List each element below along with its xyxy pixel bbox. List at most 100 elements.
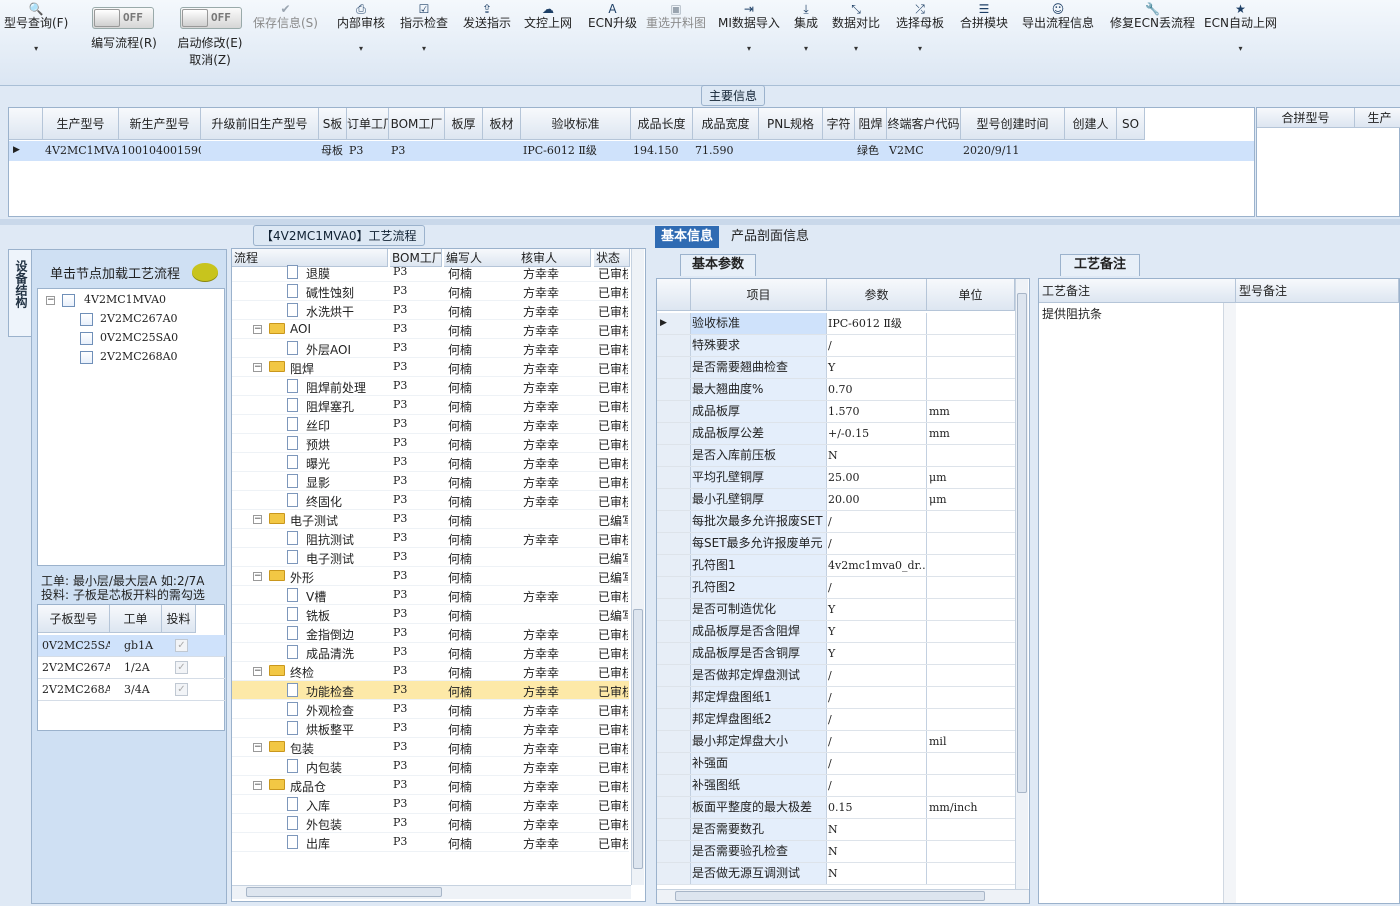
- basic-value[interactable]: 1.570: [827, 401, 927, 422]
- main-col-header[interactable]: 成品长度: [631, 108, 693, 140]
- basic-row[interactable]: 是否需要验孔检查 N: [657, 841, 1015, 863]
- basic-row[interactable]: 是否需要数孔 N: [657, 819, 1015, 841]
- basic-value[interactable]: N: [827, 841, 927, 862]
- tree-child[interactable]: 0V2MC25SA0: [100, 331, 178, 344]
- sub-order[interactable]: 3/4A: [122, 680, 172, 700]
- basic-value[interactable]: N: [827, 863, 927, 884]
- process-row[interactable]: 功能检查 P3 何楠 方幸幸 已审核: [232, 681, 629, 700]
- process-row[interactable]: − 成品仓 P3 何楠 方幸幸 已审核: [232, 776, 629, 795]
- scroll-thumb[interactable]: [1017, 293, 1027, 793]
- main-cell[interactable]: [483, 141, 521, 161]
- process-row[interactable]: − 外形 P3 何楠 已编写: [232, 567, 629, 586]
- toolbar-button-10[interactable]: ⤡ 数据对比 ▾: [832, 2, 880, 56]
- basic-value[interactable]: 4v2mc1mva0_dr...: [827, 555, 927, 576]
- basic-value[interactable]: /: [827, 577, 927, 598]
- toolbar-button-14[interactable]: 🔧 修复ECN丢流程: [1110, 2, 1195, 30]
- toolbar-button-5[interactable]: ☁ 文控上网: [524, 2, 572, 30]
- main-cell[interactable]: P3: [347, 141, 389, 161]
- craft-note-text[interactable]: 提供阻抗条: [1042, 305, 1102, 322]
- sub-model[interactable]: 2V2MC268A0: [40, 680, 110, 700]
- main-col-header[interactable]: 升级前旧生产型号: [201, 108, 319, 140]
- process-row[interactable]: 显影 P3 何楠 方幸幸 已审核: [232, 472, 629, 491]
- toolbar-button-9[interactable]: ⤓ 集成 ▾: [794, 2, 818, 56]
- basic-hscroll[interactable]: [657, 889, 1029, 903]
- basic-value[interactable]: Y: [827, 357, 927, 378]
- basic-row[interactable]: 最大翘曲度% 0.70: [657, 379, 1015, 401]
- main-col-header[interactable]: 阻焊: [855, 108, 887, 140]
- process-row[interactable]: 内包装 P3 何楠 方幸幸 已审核: [232, 757, 629, 776]
- main-cell[interactable]: 2020/9/11: [961, 141, 1065, 161]
- tree-collapse-toggle[interactable]: −: [253, 325, 262, 334]
- basic-value[interactable]: /: [827, 753, 927, 774]
- process-row[interactable]: − 包装 P3 何楠 方幸幸 已审核: [232, 738, 629, 757]
- toolbar-button-12[interactable]: ☰ 合拼模块: [960, 2, 1008, 30]
- main-col-header[interactable]: 创建人: [1065, 108, 1117, 140]
- toolbar-button-0[interactable]: 🔍 型号查询(F) ▾: [4, 2, 68, 56]
- side-tab-equipment-structure[interactable]: 设备结构: [8, 249, 32, 337]
- process-row[interactable]: 烘板整平 P3 何楠 方幸幸 已审核: [232, 719, 629, 738]
- basic-row[interactable]: 特殊要求 /: [657, 335, 1015, 357]
- main-cell[interactable]: 母板: [319, 141, 347, 161]
- basic-row[interactable]: 邦定焊盘图纸2/: [657, 709, 1015, 731]
- main-cell[interactable]: [445, 141, 483, 161]
- feed-checkbox[interactable]: ✓: [175, 683, 188, 696]
- basic-row[interactable]: 每SET最多允许报废单元 /: [657, 533, 1015, 555]
- process-row[interactable]: − AOI P3 何楠 方幸幸 已审核: [232, 320, 629, 339]
- main-cell[interactable]: [823, 141, 855, 161]
- main-col-header[interactable]: SO: [1117, 108, 1145, 140]
- process-row[interactable]: 水洗烘干 P3 何楠 方幸幸 已审核: [232, 301, 629, 320]
- tree-collapse-toggle[interactable]: −: [46, 296, 55, 305]
- toggle-switch-0[interactable]: OFF: [92, 7, 154, 29]
- basic-row[interactable]: 邦定焊盘图纸1/: [657, 687, 1015, 709]
- basic-row[interactable]: 是否做无源互调测试 N: [657, 863, 1015, 885]
- toolbar-button-13[interactable]: ☺ 导出流程信息: [1022, 2, 1094, 30]
- process-row[interactable]: 出库 P3 何楠 方幸幸 已审核: [232, 833, 629, 852]
- basic-row[interactable]: 板面平整度的最大极差 0.15 mm/inch: [657, 797, 1015, 819]
- process-row[interactable]: 铣板 P3 何楠 已编写: [232, 605, 629, 624]
- basic-row[interactable]: 是否做邦定焊盘测试 /: [657, 665, 1015, 687]
- toolbar-button-4[interactable]: ⇪ 发送指示: [463, 2, 511, 30]
- basic-value[interactable]: /: [827, 731, 927, 752]
- main-col-header[interactable]: 字符: [823, 108, 855, 140]
- basic-row[interactable]: 补强图纸 /: [657, 775, 1015, 797]
- process-row[interactable]: 曝光 P3 何楠 方幸幸 已审核: [232, 453, 629, 472]
- main-cell[interactable]: [1117, 141, 1145, 161]
- process-row[interactable]: 丝印 P3 何楠 方幸幸 已审核: [232, 415, 629, 434]
- basic-value[interactable]: /: [827, 533, 927, 554]
- process-row[interactable]: 阻焊塞孔 P3 何楠 方幸幸 已审核: [232, 396, 629, 415]
- main-col-header[interactable]: 板厚: [445, 108, 483, 140]
- main-cell[interactable]: [759, 141, 823, 161]
- sub-model[interactable]: 2V2MC267A0: [40, 658, 110, 678]
- horizontal-splitter[interactable]: [0, 219, 1400, 225]
- sub-order[interactable]: 1/2A: [122, 658, 172, 678]
- tree-collapse-toggle[interactable]: −: [253, 743, 262, 752]
- basic-row[interactable]: 是否入库前压板 N: [657, 445, 1015, 467]
- basic-row[interactable]: 孔符图2/: [657, 577, 1015, 599]
- main-col-header[interactable]: PNL规格: [759, 108, 823, 140]
- craft-vscroll[interactable]: [1223, 303, 1236, 903]
- basic-value[interactable]: /: [827, 335, 927, 356]
- tab-section-info[interactable]: 产品剖面信息: [725, 226, 815, 248]
- main-col-header[interactable]: S板: [319, 108, 347, 140]
- basic-value[interactable]: 25.00: [827, 467, 927, 488]
- main-col-header[interactable]: 生产型号: [43, 108, 119, 140]
- main-col-header[interactable]: 新生产型号: [119, 108, 201, 140]
- feed-checkbox[interactable]: ✓: [175, 639, 188, 652]
- basic-value[interactable]: +/-0.15: [827, 423, 927, 444]
- process-row[interactable]: 金指倒边 P3 何楠 方幸幸 已审核: [232, 624, 629, 643]
- process-row[interactable]: − 电子测试 P3 何楠 已编写: [232, 510, 629, 529]
- toolbar-button-7[interactable]: ▣ 重选开料图: [646, 2, 706, 30]
- basic-value[interactable]: N: [827, 819, 927, 840]
- basic-value[interactable]: /: [827, 709, 927, 730]
- basic-row[interactable]: 成品板厚是否含阻焊 Y: [657, 621, 1015, 643]
- basic-value[interactable]: IPC-6012 Ⅱ级: [827, 313, 927, 334]
- process-row[interactable]: − 终检 P3 何楠 方幸幸 已审核: [232, 662, 629, 681]
- basic-row[interactable]: 成品板厚公差 +/-0.15 mm: [657, 423, 1015, 445]
- main-cell[interactable]: [1065, 141, 1117, 161]
- main-col-header[interactable]: 板材: [483, 108, 521, 140]
- basic-value[interactable]: 20.00: [827, 489, 927, 510]
- basic-row[interactable]: 每批次最多允许报废SET /: [657, 511, 1015, 533]
- main-col-header[interactable]: 终端客户代码: [887, 108, 961, 140]
- process-row[interactable]: 外观检查 P3 何楠 方幸幸 已审核: [232, 700, 629, 719]
- process-row[interactable]: 阻抗测试 P3 何楠 方幸幸 已审核: [232, 529, 629, 548]
